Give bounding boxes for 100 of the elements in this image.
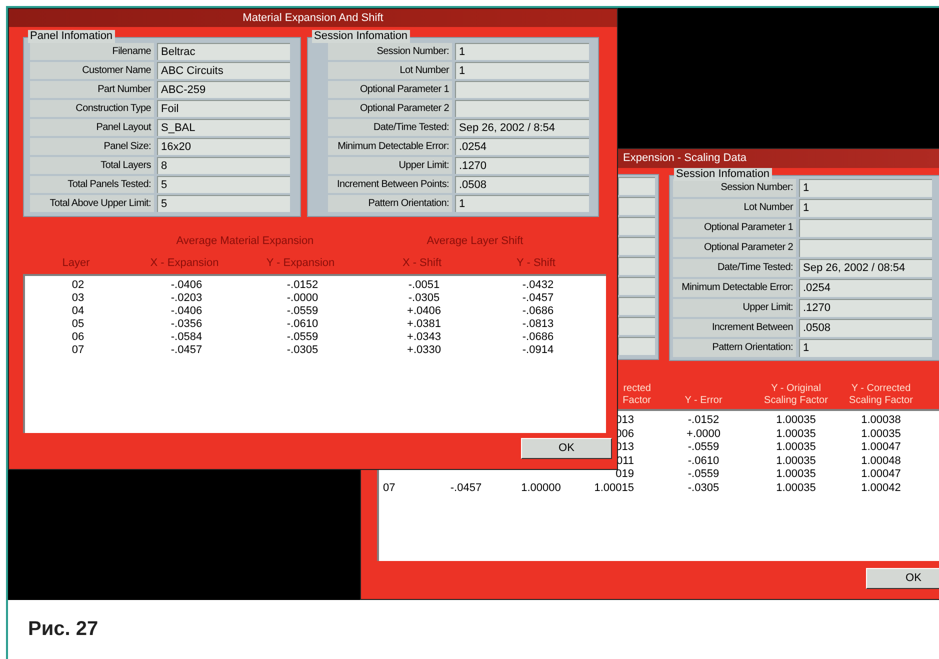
field-label: Pattern Orientation: bbox=[328, 195, 452, 212]
input-field[interactable]: 5 bbox=[157, 195, 290, 212]
input-field[interactable]: 1 bbox=[455, 62, 589, 79]
field-label: Date/Time Tested: bbox=[673, 259, 796, 277]
ok-button[interactable]: OK bbox=[866, 568, 939, 589]
table-cell-text: -.0051 bbox=[407, 279, 441, 292]
input-field[interactable] bbox=[799, 219, 932, 237]
table-cell-text: -.0457 bbox=[170, 344, 204, 357]
field-label: Optional Parameter 1 bbox=[328, 81, 452, 98]
input-field[interactable] bbox=[618, 277, 655, 295]
column-header: X - Expansion bbox=[149, 257, 220, 270]
input-field[interactable] bbox=[618, 237, 655, 255]
table-cell-text: -.0813 bbox=[521, 318, 555, 331]
group-title: Session Infomation bbox=[312, 30, 410, 43]
table-cell-text: 1.00035 bbox=[775, 468, 817, 482]
table-cell-text: 02 bbox=[70, 279, 86, 292]
input-field[interactable]: Beltrac bbox=[157, 43, 290, 60]
table-cell-text: -.0432 bbox=[521, 279, 555, 292]
input-field[interactable]: .0254 bbox=[799, 279, 932, 297]
table-cell-text: -.0610 bbox=[686, 454, 720, 468]
input-field[interactable]: .0508 bbox=[799, 319, 932, 337]
window-title: Material Expansion And Shift bbox=[242, 12, 384, 24]
table-cell-text: -.0152 bbox=[286, 279, 320, 292]
field-label: Date/Time Tested: bbox=[328, 119, 452, 136]
input-field[interactable]: 1 bbox=[799, 179, 932, 197]
input-field[interactable] bbox=[799, 239, 932, 257]
column-header: X - Shift bbox=[401, 257, 443, 270]
input-field[interactable]: ABC Circuits bbox=[157, 62, 290, 79]
table-cell-text: 1.00015 bbox=[593, 482, 635, 495]
table-cell-text: +.0343 bbox=[406, 331, 442, 344]
table-cell-text: -.0610 bbox=[286, 318, 320, 331]
input-field[interactable] bbox=[618, 177, 655, 195]
input-field[interactable] bbox=[618, 297, 655, 315]
field-label: Session Number: bbox=[673, 179, 796, 197]
input-field[interactable] bbox=[618, 197, 655, 215]
window-title: Expension - Scaling Data bbox=[623, 152, 747, 165]
table-cell-text: 1.00047 bbox=[860, 468, 902, 482]
field-label: Optional Parameter 1 bbox=[673, 219, 796, 237]
input-field[interactable]: 8 bbox=[157, 157, 290, 174]
ok-button[interactable]: OK bbox=[521, 438, 612, 459]
field-label: Panel Layout bbox=[30, 119, 154, 136]
table-cell-text: 1.00035 bbox=[775, 482, 817, 495]
input-field[interactable]: ABC-259 bbox=[157, 81, 290, 98]
field-label: Total Above Upper Limit: bbox=[30, 195, 154, 212]
table-cell-text: -.0305 bbox=[286, 344, 320, 357]
table-cell-text: -.0356 bbox=[170, 318, 204, 331]
field-label: Session Number: bbox=[328, 43, 452, 60]
table-cell-text: -.0406 bbox=[170, 279, 204, 292]
column-header: rected Factor bbox=[622, 383, 651, 407]
input-field[interactable]: 1 bbox=[455, 43, 589, 60]
input-field[interactable] bbox=[618, 217, 655, 235]
column-header: Layer bbox=[61, 257, 91, 270]
field-label: Optional Parameter 2 bbox=[328, 100, 452, 117]
input-field[interactable] bbox=[618, 257, 655, 275]
table-cell-text: 1.00038 bbox=[860, 414, 902, 428]
table-cell-text: +.0381 bbox=[406, 318, 442, 331]
field-label: Upper Limit: bbox=[673, 299, 796, 317]
table-cell-text: -.0457 bbox=[449, 482, 483, 495]
input-field[interactable]: 1 bbox=[455, 195, 589, 212]
input-field[interactable] bbox=[455, 100, 589, 117]
table-cell-text: -.0000 bbox=[286, 292, 320, 305]
table-cell-text: -.0203 bbox=[170, 292, 204, 305]
table-cell-text: 07 bbox=[70, 344, 86, 357]
input-field[interactable]: 5 bbox=[157, 176, 290, 193]
input-field[interactable]: Sep 26, 2002 / 08:54 bbox=[799, 259, 932, 277]
field-label: Total Layers bbox=[30, 157, 154, 174]
table-cell-text: 05 bbox=[70, 318, 86, 331]
table-cell-text: -.0686 bbox=[521, 331, 555, 344]
field-label: Increment Between bbox=[673, 319, 796, 337]
table-cell-text: +.0406 bbox=[406, 305, 442, 318]
input-field[interactable]: .1270 bbox=[799, 299, 932, 317]
input-field[interactable]: Sep 26, 2002 / 8:54 bbox=[455, 119, 589, 136]
field-label: Optional Parameter 2 bbox=[673, 239, 796, 257]
table-cell-text: +.0330 bbox=[406, 344, 442, 357]
input-field[interactable]: .1270 bbox=[455, 157, 589, 174]
input-field[interactable] bbox=[455, 81, 589, 98]
field-label: Upper Limit: bbox=[328, 157, 452, 174]
column-header: Y - Original Scaling Factor bbox=[763, 383, 829, 407]
input-field[interactable]: S_BAL bbox=[157, 119, 290, 136]
input-field[interactable]: 1 bbox=[799, 339, 932, 357]
input-field[interactable]: .0254 bbox=[455, 138, 589, 155]
field-label: Increment Between Points: bbox=[328, 176, 452, 193]
table-cell-text: -.0559 bbox=[686, 441, 720, 454]
field-label: Lot Number bbox=[328, 62, 452, 79]
field-label: Lot Number bbox=[673, 199, 796, 217]
group-heading: Average Layer Shift bbox=[426, 235, 524, 248]
table-cell-text: 019 bbox=[614, 468, 635, 482]
table-cell-text: 1.00035 bbox=[775, 441, 817, 454]
input-field[interactable]: 16x20 bbox=[157, 138, 290, 155]
input-field[interactable] bbox=[618, 337, 655, 355]
table-cell-text: -.0914 bbox=[521, 344, 555, 357]
table-cell-text: 1.00047 bbox=[860, 441, 902, 454]
field-label: Total Panels Tested: bbox=[30, 176, 154, 193]
input-field[interactable]: 1 bbox=[799, 199, 932, 217]
group-title: Session Infomation bbox=[674, 168, 772, 181]
table-cell-text: 1.00000 bbox=[520, 482, 562, 495]
column-header: Y - Shift bbox=[516, 257, 556, 270]
input-field[interactable]: .0508 bbox=[455, 176, 589, 193]
input-field[interactable] bbox=[618, 317, 655, 335]
input-field[interactable]: Foil bbox=[157, 100, 290, 117]
